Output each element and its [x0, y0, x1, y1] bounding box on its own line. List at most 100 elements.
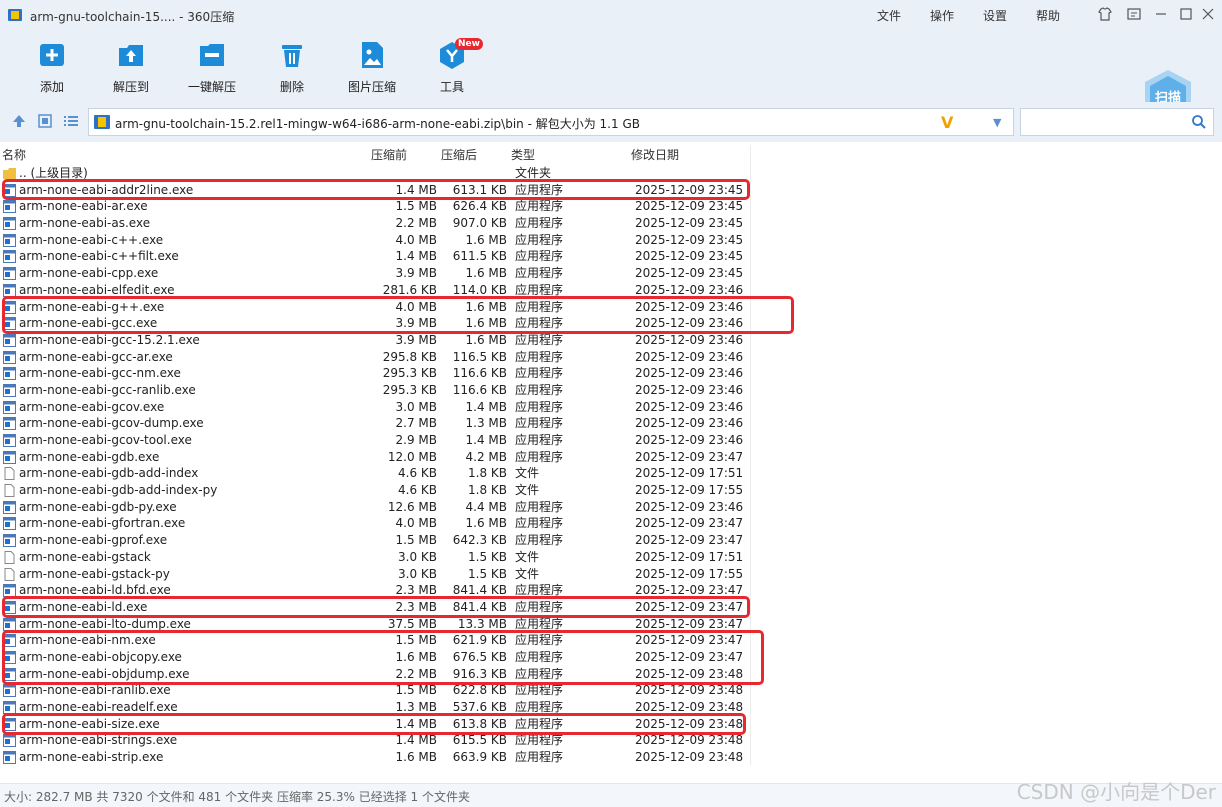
file-row[interactable]: arm-none-eabi-size.exe 1.4 MB 613.8 KB 应用程序… [0, 716, 750, 733]
list-view-icon[interactable] [62, 112, 80, 130]
file-row[interactable]: arm-none-eabi-gfortran.exe 4.0 MB 1.6 MB 应用… [0, 515, 750, 532]
exe-file-icon [3, 450, 16, 464]
file-row[interactable]: arm-none-eabi-gcov-dump.exe 2.7 MB 1.3 MB 应… [0, 415, 750, 432]
up-arrow-icon[interactable] [10, 112, 28, 130]
file-name: arm-none-eabi-strings.exe [19, 733, 178, 748]
file-row[interactable]: arm-none-eabi-gdb-add-index-py 4.6 KB 1.8 … [0, 482, 750, 499]
column-header-name[interactable]: 名称 [2, 146, 26, 163]
file-row[interactable]: arm-none-eabi-readelf.exe 1.3 MB 537.6 KB 应… [0, 699, 750, 716]
file-size-after: 1.4 MB [465, 399, 507, 414]
feedback-icon[interactable] [1126, 6, 1142, 22]
file-type: 应用程序 [515, 249, 564, 264]
file-type: 文件 [515, 483, 540, 498]
file-row[interactable]: arm-none-eabi-ranlib.exe 1.5 MB 622.8 KB 应用… [0, 682, 750, 699]
skin-icon[interactable] [1097, 6, 1113, 22]
file-name: arm-none-eabi-size.exe [19, 716, 160, 731]
file-type: 文件 [515, 466, 540, 481]
file-row[interactable]: arm-none-eabi-gcov-tool.exe 2.9 MB 1.4 MB 应… [0, 432, 750, 449]
file-row[interactable]: arm-none-eabi-elfedit.exe 281.6 KB 114.0 K… [0, 282, 750, 299]
exe-file-icon [3, 300, 16, 314]
file-row[interactable]: arm-none-eabi-strip.exe 1.6 MB 663.9 KB 应用程… [0, 749, 750, 766]
image-compress-button[interactable]: 图片压缩 [337, 38, 407, 98]
file-row[interactable]: arm-none-eabi-as.exe 2.2 MB 907.0 KB 应用程序 20… [0, 215, 750, 232]
file-row[interactable]: arm-none-eabi-ld.exe 2.3 MB 841.4 KB 应用程序 20… [0, 599, 750, 616]
add-button[interactable]: 添加 [17, 38, 87, 98]
file-type: 应用程序 [515, 299, 564, 314]
extract-folder-icon [119, 45, 143, 66]
file-row[interactable]: arm-none-eabi-addr2line.exe 1.4 MB 613.1 K… [0, 182, 750, 199]
file-row[interactable]: arm-none-eabi-c++filt.exe 1.4 MB 611.5 KB 应… [0, 248, 750, 265]
column-header-type[interactable]: 类型 [511, 146, 535, 163]
file-row[interactable]: arm-none-eabi-objcopy.exe 1.6 MB 676.5 KB 应… [0, 649, 750, 666]
file-row[interactable]: arm-none-eabi-gcc-ranlib.exe 295.3 KB 116.… [0, 382, 750, 399]
column-divider [750, 145, 751, 765]
file-row[interactable]: arm-none-eabi-gdb-add-index 4.6 KB 1.8 KB 文… [0, 465, 750, 482]
file-row[interactable]: arm-none-eabi-ld.bfd.exe 2.3 MB 841.4 KB 应用… [0, 582, 750, 599]
file-size-after: 1.4 MB [465, 433, 507, 447]
file-row[interactable]: arm-none-eabi-strings.exe 1.4 MB 615.5 KB 应… [0, 732, 750, 749]
maximize-icon[interactable] [1178, 6, 1194, 22]
file-row[interactable]: arm-none-eabi-gdb-py.exe 12.6 MB 4.4 MB 应用程… [0, 499, 750, 516]
file-row[interactable]: arm-none-eabi-gprof.exe 1.5 MB 642.3 KB 应用程… [0, 532, 750, 549]
file-row[interactable]: arm-none-eabi-lto-dump.exe 37.5 MB 13.3 MB… [0, 616, 750, 633]
menu-settings[interactable]: 设置 [983, 7, 1007, 24]
title-bar: arm-gnu-toolchain-15.... - 360压缩 文件 操作 设… [0, 0, 1222, 30]
search-icon[interactable] [1191, 114, 1207, 130]
status-text: 大小: 282.7 MB 共 7320 个文件和 481 个文件夹 压缩率 25… [4, 790, 470, 804]
extract-to-button[interactable]: 解压到 [96, 38, 166, 98]
file-size-after: 4.2 MB [465, 449, 507, 464]
file-size-before: 4.0 MB [395, 516, 437, 531]
file-row[interactable]: arm-none-eabi-g++.exe 4.0 MB 1.6 MB 应用程序 202… [0, 299, 750, 316]
exe-file-icon [3, 667, 16, 681]
close-icon[interactable] [1200, 6, 1216, 22]
search-input[interactable] [1020, 108, 1214, 136]
file-row[interactable]: arm-none-eabi-gcc-15.2.1.exe 3.9 MB 1.6 MB… [0, 332, 750, 349]
file-row[interactable]: arm-none-eabi-gcc-ar.exe 295.8 KB 116.5 KB… [0, 349, 750, 366]
file-size-before: 2.2 MB [395, 666, 437, 681]
menu-file[interactable]: 文件 [877, 7, 901, 24]
trash-icon [282, 45, 302, 67]
chevron-down-icon[interactable]: ▼ [993, 116, 1001, 129]
address-bar[interactable]: arm-gnu-toolchain-15.2.rel1-mingw-w64-i6… [88, 108, 1014, 136]
column-header-date[interactable]: 修改日期 [631, 146, 679, 163]
file-row[interactable]: arm-none-eabi-gstack-py 3.0 KB 1.5 KB 文件 202… [0, 566, 750, 583]
file-size-after: 622.8 KB [452, 683, 507, 698]
file-date: 2025-12-09 23:46 [635, 433, 744, 447]
file-size-before: 3.9 MB [395, 332, 437, 347]
column-header-packed[interactable]: 压缩前 [371, 146, 407, 163]
column-header-orig[interactable]: 压缩后 [441, 146, 477, 163]
file-date: 2025-12-09 23:46 [635, 332, 744, 347]
file-row[interactable]: arm-none-eabi-cpp.exe 3.9 MB 1.6 MB 应用程序 202… [0, 265, 750, 282]
file-date: 2025-12-09 23:46 [635, 382, 744, 397]
delete-button[interactable]: 删除 [257, 38, 327, 98]
file-size-before: 3.0 KB [398, 549, 437, 564]
folder-icon [3, 168, 16, 179]
file-row[interactable]: arm-none-eabi-c++.exe 4.0 MB 1.6 MB 应用程序 202… [0, 232, 750, 249]
file-row[interactable]: arm-none-eabi-gstack 3.0 KB 1.5 KB 文件 2025-1… [0, 549, 750, 566]
file-size-before: 1.4 MB [395, 182, 437, 197]
menu-help[interactable]: 帮助 [1036, 7, 1060, 24]
menu-operate[interactable]: 操作 [930, 7, 954, 24]
file-row[interactable]: arm-none-eabi-gcc-nm.exe 295.3 KB 116.6 KB… [0, 365, 750, 382]
image-compress-label: 图片压缩 [347, 80, 396, 94]
tools-button[interactable]: New 工具 [417, 38, 487, 98]
exe-file-icon [3, 333, 16, 347]
file-row[interactable]: arm-none-eabi-gdb.exe 12.0 MB 4.2 MB 应用程序 20… [0, 449, 750, 466]
one-click-extract-button[interactable]: 一键解压 [177, 38, 247, 98]
file-size-after: 537.6 KB [452, 700, 507, 714]
generic-file-icon [4, 484, 15, 498]
file-row[interactable]: arm-none-eabi-gcc.exe 3.9 MB 1.6 MB 应用程序 202… [0, 315, 750, 332]
file-type: 应用程序 [515, 316, 564, 331]
thumbnail-view-icon[interactable] [36, 112, 54, 130]
v-logo-icon[interactable]: V [941, 113, 953, 132]
minimize-icon[interactable] [1153, 6, 1169, 22]
file-size-after: 1.8 KB [468, 466, 507, 481]
file-row[interactable]: arm-none-eabi-objdump.exe 2.2 MB 916.3 KB 应… [0, 666, 750, 683]
file-type: 应用程序 [515, 700, 564, 714]
file-name: arm-none-eabi-ld.exe [19, 599, 148, 614]
file-row[interactable]: arm-none-eabi-nm.exe 1.5 MB 621.9 KB 应用程序 20… [0, 632, 750, 649]
file-row[interactable]: .. (上级目录) 文件夹 [0, 165, 750, 182]
exe-file-icon [3, 617, 16, 631]
file-row[interactable]: arm-none-eabi-ar.exe 1.5 MB 626.4 KB 应用程序 20… [0, 198, 750, 215]
file-row[interactable]: arm-none-eabi-gcov.exe 3.0 MB 1.4 MB 应用程序 20… [0, 399, 750, 416]
